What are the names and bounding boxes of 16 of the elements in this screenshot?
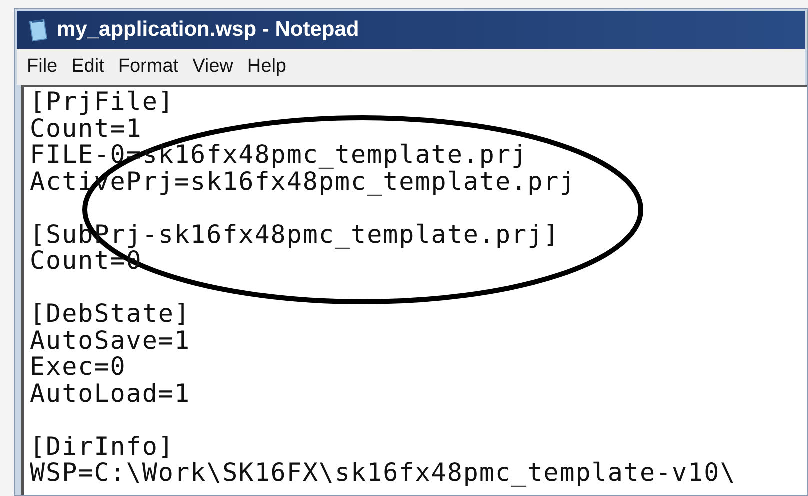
- text-editor[interactable]: [21, 85, 807, 495]
- section-header: [DebState]: [30, 301, 192, 328]
- menu-item[interactable]: File: [27, 52, 58, 82]
- menu-item[interactable]: Help: [247, 52, 286, 82]
- menu-item[interactable]: View: [192, 52, 234, 82]
- window-title: my_application.wsp - Notepad: [57, 17, 360, 44]
- text-line: AutoLoad=1: [30, 380, 192, 407]
- text-line: AutoSave=1: [30, 328, 192, 354]
- text-line: WSP=C:\Work\SK16FX\sk16fx48pmc_template-v10\: [30, 460, 738, 486]
- menu-item[interactable]: Edit: [72, 52, 104, 82]
- section-header: [PrjFile]: [30, 89, 176, 116]
- menu-item[interactable]: Format: [118, 52, 179, 82]
- text-line: Count=1: [30, 116, 142, 142]
- text-line: Exec=0: [30, 354, 128, 380]
- notepad-icon: [27, 18, 49, 42]
- section-header: [DirInfo]: [30, 434, 176, 460]
